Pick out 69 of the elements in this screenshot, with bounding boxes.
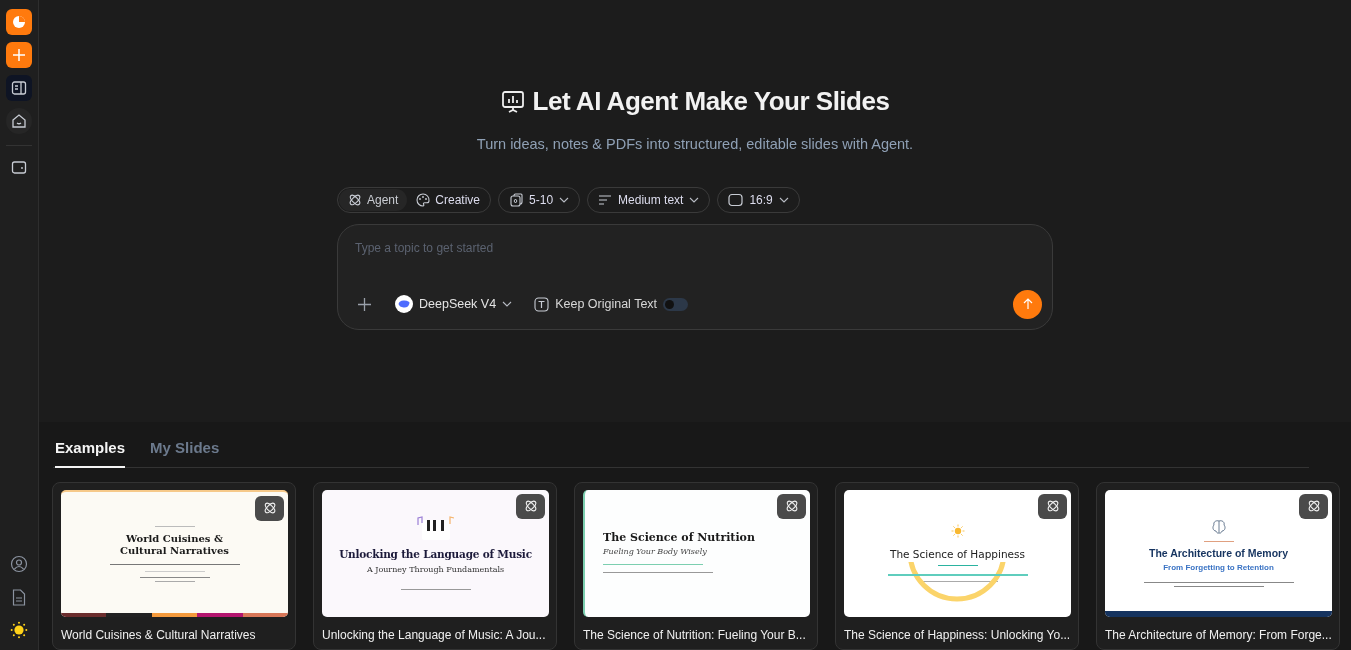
example-title: Unlocking the Language of Music: A Jou... bbox=[322, 626, 547, 644]
slide-subtitle: A Journey Through Fundamentals bbox=[366, 564, 505, 575]
rectangle-icon bbox=[728, 192, 744, 207]
sun-icon bbox=[950, 524, 965, 539]
panel-icon bbox=[11, 80, 27, 96]
plus-icon bbox=[357, 297, 371, 311]
agent-button[interactable] bbox=[777, 493, 806, 519]
text-icon bbox=[534, 296, 550, 312]
pie-chart-icon bbox=[12, 15, 26, 29]
mode-option[interactable]: Agent bbox=[339, 188, 408, 211]
topic-input[interactable]: Type a topic to get started bbox=[355, 238, 755, 257]
brain-icon bbox=[1210, 519, 1227, 536]
example-card[interactable]: World Cuisines & Cultural Narratives World Cuisines & Cultural Narratives bbox=[52, 481, 296, 650]
chevron-down-icon bbox=[778, 196, 789, 203]
slide-subtitle: Fueling Your Body Wisely bbox=[603, 547, 707, 558]
presentation-icon bbox=[500, 89, 525, 114]
agent-button[interactable] bbox=[516, 493, 545, 519]
add-button[interactable] bbox=[355, 295, 373, 314]
chevron-down-icon bbox=[689, 196, 700, 203]
wallet-icon bbox=[11, 159, 27, 175]
slide-title: World Cuisines & Cultural Narratives bbox=[119, 533, 230, 557]
slide-subtitle: From Forgetting to Retention bbox=[1163, 562, 1274, 573]
atom-icon bbox=[523, 499, 538, 513]
send-button[interactable] bbox=[1013, 289, 1042, 319]
sidebar-item[interactable] bbox=[6, 75, 32, 101]
atom-icon bbox=[262, 501, 277, 515]
stack-icon bbox=[509, 192, 524, 207]
slide-title: The Science of Nutrition bbox=[603, 530, 755, 545]
tab[interactable]: Examples bbox=[55, 437, 126, 468]
slide-title: The Science of Happiness bbox=[887, 548, 1028, 562]
palette-icon bbox=[416, 192, 431, 207]
sun-icon bbox=[10, 621, 28, 639]
slide-title: Unlocking the Language of Music bbox=[339, 548, 532, 562]
example-title: The Architecture of Memory: From Forge... bbox=[1105, 626, 1331, 644]
example-card[interactable]: The Architecture of Memory From Forgetting to Retention The Architecture of Memory: From Forge... bbox=[1096, 481, 1340, 650]
piano-icon bbox=[415, 516, 456, 543]
text-lines-icon bbox=[598, 192, 613, 207]
user-icon bbox=[10, 555, 28, 573]
example-title: The Science of Happiness: Unlocking Yo... bbox=[844, 626, 1070, 644]
agent-button[interactable] bbox=[255, 495, 284, 521]
atom-icon bbox=[1306, 499, 1321, 513]
atom-icon bbox=[1045, 499, 1060, 513]
keep-text-label: Keep Original Text bbox=[555, 296, 658, 314]
example-title: The Science of Nutrition: Fueling Your B... bbox=[583, 626, 807, 644]
home-icon bbox=[11, 113, 27, 129]
chevron-down-icon bbox=[559, 196, 570, 203]
example-title: World Cuisines & Cultural Narratives bbox=[61, 626, 257, 644]
keep-text-toggle[interactable] bbox=[663, 297, 689, 311]
example-card[interactable]: Unlocking the Language of Music A Journey Through Fundamentals Unlocking the Language of Music: A Jou... bbox=[313, 481, 557, 650]
example-card[interactable]: The Science of Happiness The Science of Happiness: Unlocking Yo... bbox=[835, 481, 1079, 650]
model-selector[interactable]: DeepSeek V4 bbox=[395, 295, 513, 314]
atom-icon bbox=[348, 192, 362, 207]
whale-logo-icon bbox=[395, 295, 413, 314]
page-subtitle: Turn ideas, notes & PDFs into structured, editable slides with Agent. bbox=[476, 135, 914, 155]
example-card[interactable]: The Science of Nutrition Fueling Your Body Wisely The Science of Nutrition: Fueling Your B... bbox=[574, 481, 818, 650]
agent-button[interactable] bbox=[1299, 493, 1328, 519]
atom-icon bbox=[784, 499, 799, 513]
slide-title: The Architecture of Memory bbox=[1148, 547, 1289, 561]
document-icon bbox=[12, 588, 26, 606]
page-title: Let AI Agent Make Your Slides bbox=[532, 86, 890, 118]
new-button[interactable] bbox=[6, 42, 32, 68]
arrow-up-icon bbox=[1022, 298, 1033, 311]
chevron-down-icon bbox=[502, 301, 513, 308]
app-logo[interactable] bbox=[6, 9, 32, 35]
mode-option[interactable]: Creative bbox=[407, 188, 490, 211]
agent-button[interactable] bbox=[1038, 493, 1067, 519]
plus-icon bbox=[12, 48, 26, 62]
sidebar-item[interactable] bbox=[6, 108, 32, 134]
tab[interactable]: My Slides bbox=[150, 437, 220, 468]
